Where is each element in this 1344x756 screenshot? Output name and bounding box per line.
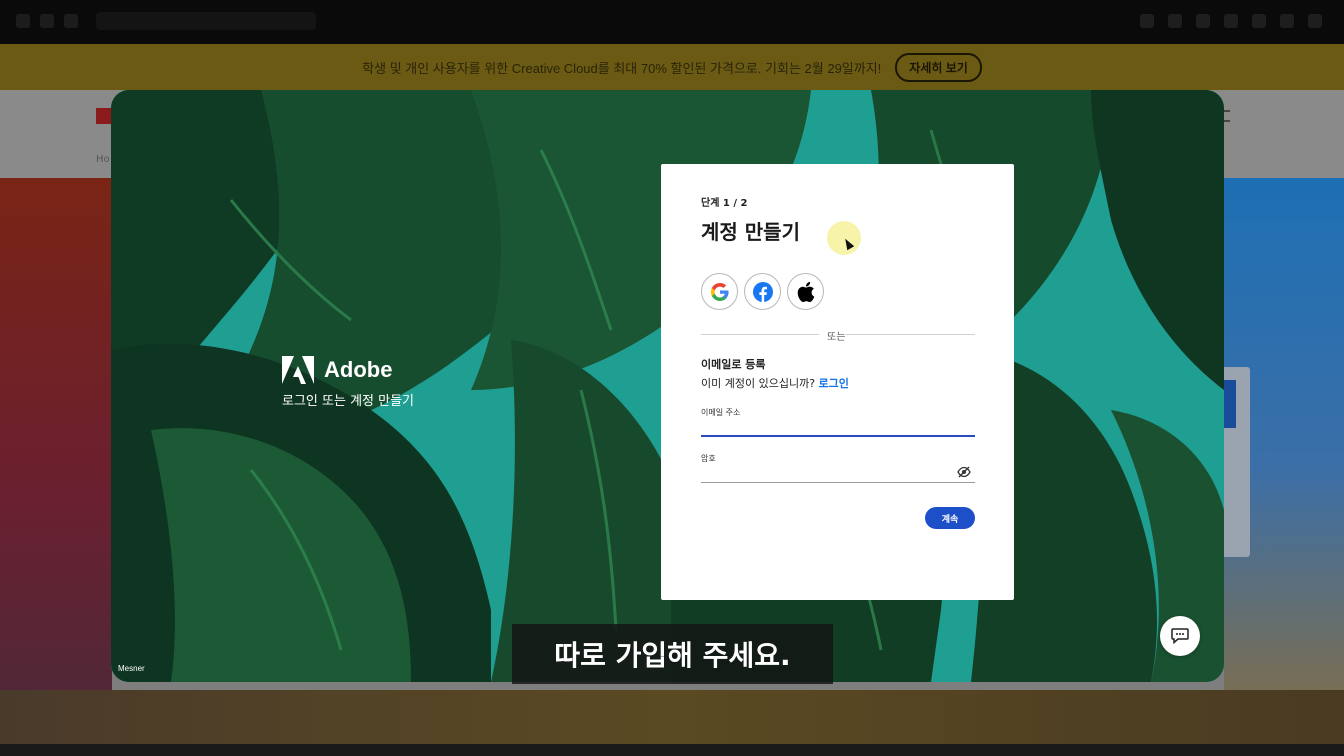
facebook-icon [752,281,773,302]
chat-bubble-icon [1171,628,1189,644]
menu-icon[interactable] [1308,14,1322,28]
apple-signin-button[interactable] [787,273,824,310]
continue-button[interactable]: 계속 [925,507,975,529]
brand-name: Adobe [324,357,393,382]
toolbar-icons [1140,14,1322,28]
breadcrumb: Ho [96,154,110,165]
email-signup-heading: 이메일로 등록 [701,358,766,371]
email-field[interactable] [701,419,975,437]
reload-icon[interactable] [64,14,78,28]
promo-text: 학생 및 개인 사용자를 위한 Creative Cloud를 최대 70% 할… [362,60,882,76]
login-link[interactable]: 로그인 [819,377,849,390]
password-label: 암호 [701,454,716,463]
profile-icon[interactable] [1280,14,1294,28]
email-label: 이메일 주소 [701,408,741,417]
dialog-title: 계정 만들기 [701,220,800,244]
or-divider: 또는 [701,328,975,343]
divider-line [845,334,975,335]
back-icon[interactable] [16,14,30,28]
bottom-strip [0,744,1344,756]
extension-icon[interactable] [1196,14,1210,28]
password-field[interactable] [701,465,975,483]
hero-left [0,178,112,756]
apple-icon [797,281,814,302]
existing-account-prompt: 이미 계정이 있으십니까? 로그인 [701,375,849,391]
facebook-signin-button[interactable] [744,273,781,310]
divider-text: 또는 [827,332,846,343]
adobe-logo-icon [282,356,314,384]
google-signin-button[interactable] [701,273,738,310]
extension-icon[interactable] [1140,14,1154,28]
screen: 학생 및 개인 사용자를 위한 Creative Cloud를 최대 70% 할… [0,0,1344,756]
address-bar[interactable] [96,12,316,30]
extension-icon[interactable] [1224,14,1238,28]
social-login-group [701,273,824,310]
divider-line [701,334,819,335]
chat-button[interactable] [1160,616,1200,656]
video-caption: 따로 가입해 주세요. [512,624,833,684]
extension-icon[interactable] [1168,14,1182,28]
extension-icon[interactable] [1252,14,1266,28]
photo-credit: Mesner [118,664,145,673]
forward-icon[interactable] [40,14,54,28]
window-controls [16,14,78,28]
adobe-brand: Adobe [282,356,392,384]
google-icon [710,282,729,301]
existing-account-text: 이미 계정이 있으십니까? [701,377,816,390]
browser-toolbar [0,0,1344,44]
promo-banner: 학생 및 개인 사용자를 위한 Creative Cloud를 최대 70% 할… [0,44,1344,90]
brand-tagline: 로그인 또는 계정 만들기 [282,394,414,409]
promo-learn-more-button[interactable]: 자세히 보기 [895,52,982,82]
step-indicator: 단계 1 / 2 [701,198,748,209]
hide-password-icon[interactable] [957,466,971,478]
